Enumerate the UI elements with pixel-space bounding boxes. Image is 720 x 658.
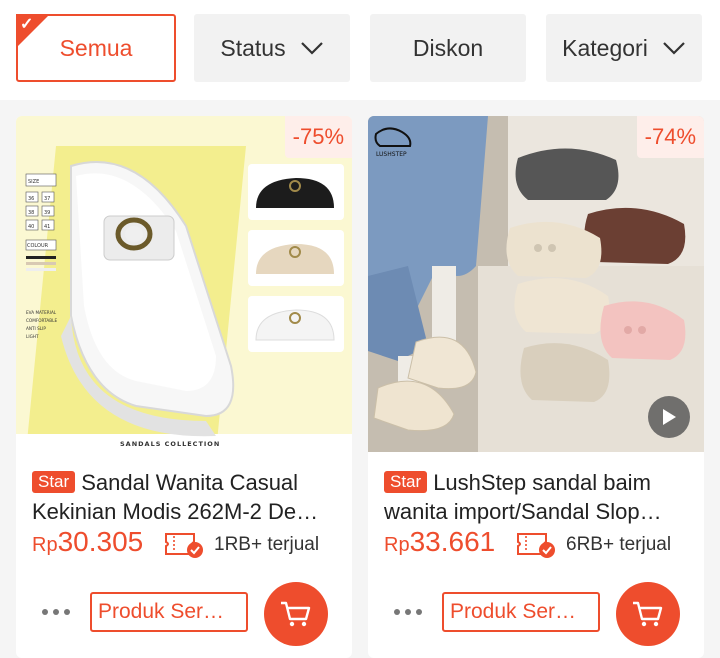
colour-label: COLOUR xyxy=(27,243,49,249)
filter-kategori[interactable]: Kategori xyxy=(546,14,702,82)
filter-diskon[interactable]: Diskon xyxy=(370,14,526,82)
discount-badge: -74% xyxy=(636,116,704,158)
more-options-icon[interactable] xyxy=(42,602,76,615)
similar-products-button[interactable]: Produk Ser… xyxy=(442,592,600,632)
filter-status[interactable]: Status xyxy=(194,14,350,82)
size-label: 41 xyxy=(44,224,50,230)
sold-count: 6RB+ terjual xyxy=(566,534,672,555)
filter-semua-label: Semua xyxy=(59,34,133,61)
sold-count: 1RB+ terjual xyxy=(214,534,320,555)
feature-label: LIGHT xyxy=(26,334,39,339)
filter-diskon-label: Diskon xyxy=(412,34,484,61)
size-label: 36 xyxy=(28,196,34,202)
size-label: 38 xyxy=(28,210,34,216)
filter-bar: ✓ Semua Status Diskon Kategori xyxy=(0,0,720,100)
size-header-label: SIZE xyxy=(28,179,39,185)
feature-label: ANTI SLIP xyxy=(26,326,46,331)
chevron-down-icon xyxy=(300,42,323,55)
cart-icon xyxy=(281,601,311,627)
size-label: 39 xyxy=(44,210,50,216)
more-options-icon[interactable] xyxy=(394,602,428,615)
product-price: Rp 33.661 xyxy=(384,526,495,558)
play-video-button[interactable] xyxy=(648,396,690,438)
collection-label: SANDALS COLLECTION xyxy=(120,440,220,448)
product-card[interactable]: LUSHSTEP -74% Star LushStep sandal baim w… xyxy=(368,116,704,658)
product-title: Star Sandal Wanita Casual Kekinian Modis … xyxy=(32,468,338,526)
sandal-photo: SIZE 36 37 38 39 40 41 COLOUR EVA MATERI… xyxy=(16,116,352,452)
product-price: Rp 30.305 xyxy=(32,526,143,558)
filter-semua[interactable]: ✓ Semua xyxy=(16,14,176,82)
product-title: Star LushStep sandal baim wanita import/S… xyxy=(384,468,690,526)
feature-label: COMFORTABLE xyxy=(26,318,57,323)
size-label: 37 xyxy=(44,196,50,202)
add-to-cart-button[interactable] xyxy=(264,582,328,646)
chevron-down-icon xyxy=(663,42,685,55)
price-value: 30.305 xyxy=(57,526,144,557)
similar-products-button[interactable]: Produk Ser… xyxy=(90,592,248,632)
add-to-cart-button[interactable] xyxy=(616,582,680,646)
check-icon: ✓ xyxy=(20,16,34,33)
cod-icon xyxy=(165,533,203,558)
star-badge: Star xyxy=(384,471,428,493)
cart-icon xyxy=(633,601,663,627)
product-card[interactable]: SIZE 36 37 38 39 40 41 COLOUR EVA MATERI… xyxy=(16,116,352,658)
brand-label: LUSHSTEP xyxy=(376,151,407,158)
currency-label: Rp xyxy=(32,534,58,556)
currency-label: Rp xyxy=(384,534,410,556)
product-image[interactable]: SIZE 36 37 38 39 40 41 COLOUR EVA MATERI… xyxy=(16,116,352,452)
filter-kategori-label: Kategori xyxy=(562,34,648,61)
product-image[interactable]: LUSHSTEP -74% xyxy=(368,116,704,452)
cod-icon xyxy=(517,533,555,558)
filter-status-label: Status xyxy=(220,34,286,61)
play-icon xyxy=(663,409,676,425)
star-badge: Star xyxy=(32,471,76,493)
price-value: 33.661 xyxy=(409,526,496,557)
discount-badge: -75% xyxy=(284,116,352,158)
size-label: 40 xyxy=(28,224,34,230)
feature-label: EVA MATERIAL xyxy=(26,310,57,315)
